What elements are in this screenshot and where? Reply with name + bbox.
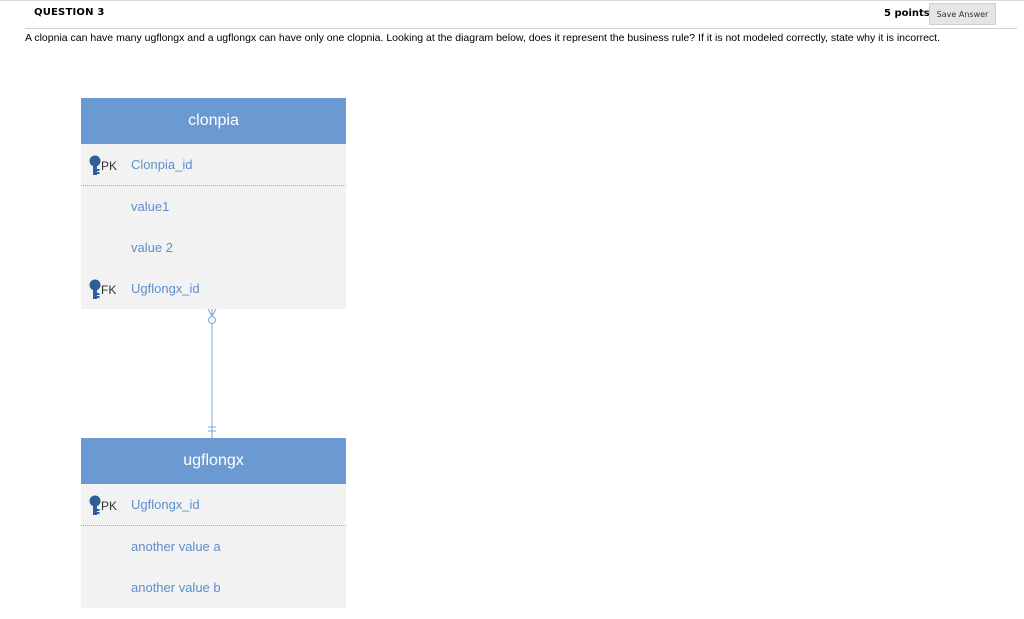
field-row: another value b [81, 567, 346, 608]
key-icon [89, 495, 101, 515]
field-ugflongx-id: Ugflongx_id [131, 497, 200, 512]
pk-label: PK [101, 499, 118, 513]
field-another-value-a: another value a [131, 539, 221, 554]
field-row: another value a [81, 526, 346, 567]
field-another-value-b: another value b [131, 580, 221, 595]
entity-title: ugflongx [81, 438, 346, 484]
pk-row: PK Ugflongx_id [81, 484, 346, 526]
primary-key-tag: PK [89, 495, 117, 517]
entity-ugflongx: ugflongx PK Ugflongx_id another value a … [81, 438, 346, 608]
